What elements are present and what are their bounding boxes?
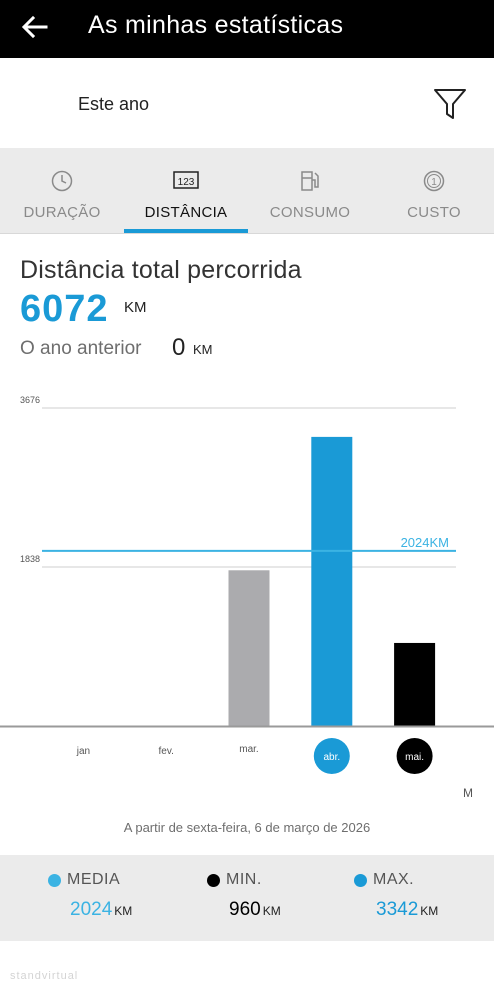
min-dot <box>207 874 220 887</box>
svg-text:1: 1 <box>431 177 437 188</box>
odometer-icon: 123 <box>173 171 199 189</box>
tab-cost[interactable]: 1 CUSTO <box>372 148 494 234</box>
app-header: As minhas estatísticas <box>0 0 494 58</box>
summary-panel: MEDIA 2024 KM MIN. 960 KM MAX. 3342 KM <box>0 855 494 941</box>
period-label[interactable]: Este ano <box>78 94 149 115</box>
x-tick-label-mar: mar. <box>239 744 258 755</box>
distance-bar-chart: 3676 1838 2024KM jan fev. mar. abr. mai. M <box>0 396 494 800</box>
x-tick-label-mai: mai. <box>405 752 424 763</box>
average-line-label: 2024KM <box>401 535 449 550</box>
active-tab-indicator <box>124 229 248 233</box>
x-tick-label-abr: abr. <box>323 752 340 763</box>
min-value-wrap: 960 KM <box>229 899 281 921</box>
tab-duration-label: DURAÇÃO <box>23 204 101 221</box>
average-value: 2024 <box>70 899 113 920</box>
bar-mai <box>394 642 436 726</box>
tab-duration[interactable]: DURAÇÃO <box>0 148 124 234</box>
x-axis-unit: M <box>463 786 473 800</box>
total-distance-value: 6072 <box>20 288 109 330</box>
min-label: MIN. <box>226 871 262 888</box>
average-unit: KM <box>114 904 133 918</box>
tab-distance[interactable]: 123 DISTÂNCIA <box>124 148 248 234</box>
back-arrow-icon[interactable] <box>20 12 50 42</box>
tab-cost-label: CUSTO <box>407 204 461 221</box>
watermark: standvirtual <box>10 970 79 982</box>
page-title: As minhas estatísticas <box>88 11 344 39</box>
previous-year-value: 0 <box>172 334 186 361</box>
filter-icon[interactable] <box>433 87 467 121</box>
average-label: MEDIA <box>67 871 121 888</box>
previous-year-unit: KM <box>193 342 213 357</box>
y-tick-label-1838: 1838 <box>20 554 40 564</box>
max-dot <box>354 874 367 887</box>
max-unit: KM <box>420 904 439 918</box>
average-value-wrap: 2024 KM <box>70 899 132 921</box>
coin-icon: 1 <box>423 170 445 192</box>
min-value: 960 <box>229 899 261 920</box>
average-dot <box>48 874 61 887</box>
tab-consumption-label: CONSUMO <box>269 204 351 221</box>
max-label: MAX. <box>373 871 415 888</box>
total-distance-unit: KM <box>124 299 147 316</box>
x-tick-label-jan: jan <box>76 746 90 757</box>
data-since-note: A partir de sexta-feira, 6 de março de 2… <box>123 820 371 835</box>
min-unit: KM <box>262 904 281 918</box>
total-distance-title: Distância total percorrida <box>20 256 302 284</box>
max-value-wrap: 3342 KM <box>376 899 438 921</box>
bar-mar <box>228 570 270 726</box>
clock-icon <box>51 170 73 192</box>
period-selector[interactable] <box>0 58 494 148</box>
stats-tabs: DURAÇÃO 123 DISTÂNCIA CONSUMO 1 CUSTO <box>0 148 494 234</box>
previous-year-label: O ano anterior <box>20 338 142 359</box>
bar-abr <box>311 436 353 726</box>
max-value: 3342 <box>376 899 419 920</box>
fuel-pump-icon <box>301 171 319 191</box>
svg-text:123: 123 <box>178 177 195 188</box>
x-tick-label-fev: fev. <box>159 746 174 757</box>
y-tick-label-3676: 3676 <box>20 396 40 405</box>
tab-consumption[interactable]: CONSUMO <box>248 148 372 234</box>
tab-distance-label: DISTÂNCIA <box>144 204 228 221</box>
